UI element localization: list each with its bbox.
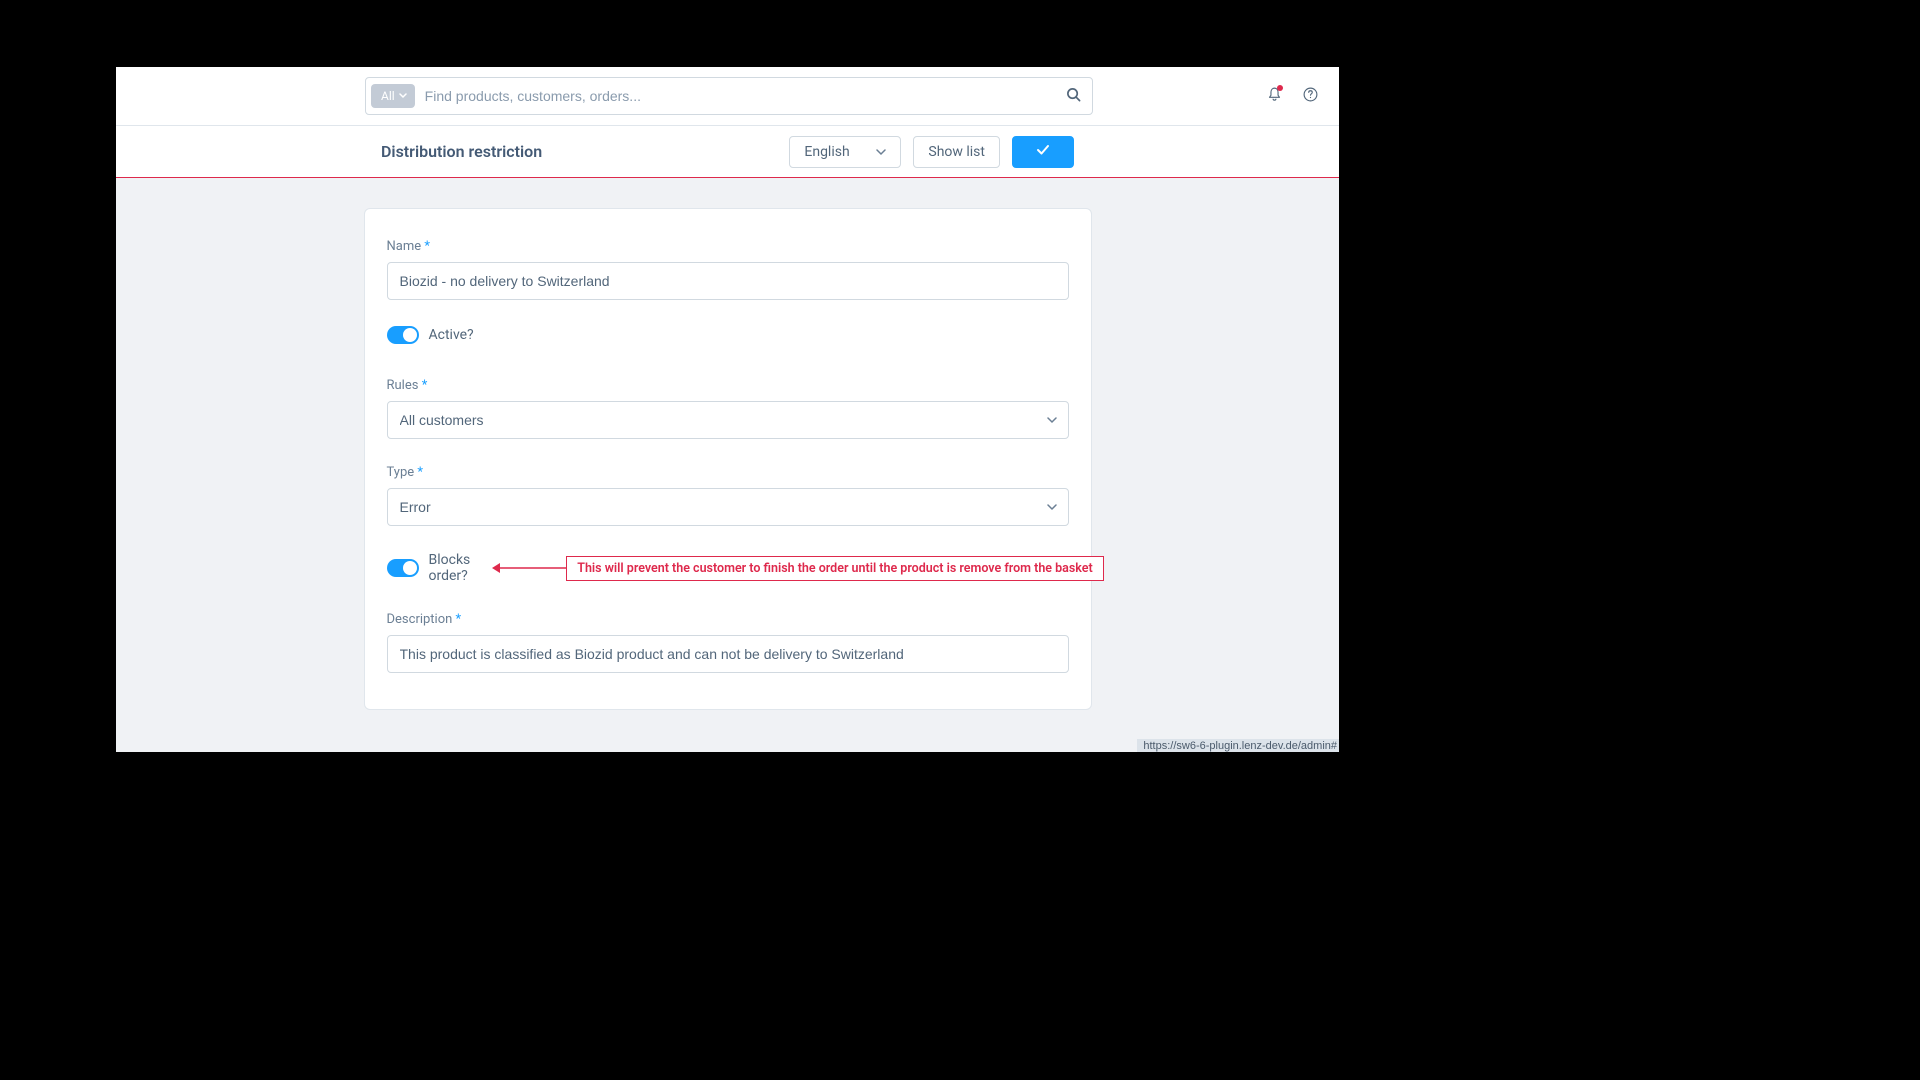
search-filter-label: All bbox=[381, 89, 395, 103]
main-content: Name * Active? Rules * bbox=[116, 178, 1339, 710]
field-rules: Rules * bbox=[387, 378, 1069, 439]
name-label: Name * bbox=[387, 239, 1069, 254]
required-asterisk: * bbox=[417, 465, 423, 480]
show-list-button[interactable]: Show list bbox=[913, 136, 1000, 168]
check-icon bbox=[1036, 144, 1050, 160]
field-blocks-order: Blocks order? This will prevent the cust… bbox=[387, 552, 1069, 584]
global-search: All bbox=[365, 77, 1093, 115]
rules-label-text: Rules bbox=[387, 378, 419, 393]
rules-select[interactable] bbox=[387, 401, 1069, 439]
field-active: Active? bbox=[387, 326, 1069, 344]
description-label-text: Description bbox=[387, 612, 453, 627]
active-label: Active? bbox=[429, 327, 474, 343]
notification-dot bbox=[1277, 85, 1283, 91]
description-input[interactable] bbox=[387, 635, 1069, 673]
save-button[interactable] bbox=[1012, 136, 1074, 168]
annotation-box: This will prevent the customer to finish… bbox=[566, 556, 1103, 581]
chevron-down-icon bbox=[399, 91, 407, 102]
blocks-order-toggle[interactable] bbox=[387, 559, 419, 577]
type-select[interactable] bbox=[387, 488, 1069, 526]
name-input[interactable] bbox=[387, 262, 1069, 300]
help-button[interactable] bbox=[1297, 83, 1323, 109]
form-card: Name * Active? Rules * bbox=[364, 208, 1092, 710]
field-name: Name * bbox=[387, 239, 1069, 300]
active-toggle[interactable] bbox=[387, 326, 419, 344]
language-current: English bbox=[804, 144, 849, 160]
type-label: Type * bbox=[387, 465, 1069, 480]
page-actions: English Show list bbox=[789, 136, 1323, 168]
search-input[interactable] bbox=[415, 88, 1059, 104]
help-icon bbox=[1302, 86, 1319, 107]
search-filter-dropdown[interactable]: All bbox=[371, 84, 415, 108]
field-description: Description * bbox=[387, 612, 1069, 673]
required-asterisk: * bbox=[456, 612, 462, 627]
blocks-order-label: Blocks order? bbox=[429, 552, 471, 584]
toggle-knob bbox=[403, 328, 417, 342]
required-asterisk: * bbox=[424, 239, 430, 254]
annotation: This will prevent the customer to finish… bbox=[488, 556, 1103, 581]
topbar-right bbox=[1261, 83, 1323, 109]
app-window: All bbox=[116, 67, 1339, 752]
toggle-knob bbox=[403, 561, 417, 575]
annotation-text: This will prevent the customer to finish… bbox=[577, 561, 1092, 576]
topbar: All bbox=[116, 67, 1339, 126]
arrow-left-icon bbox=[488, 560, 566, 576]
description-label: Description * bbox=[387, 612, 1069, 627]
language-select[interactable]: English bbox=[789, 136, 901, 168]
search-button[interactable] bbox=[1059, 82, 1087, 110]
show-list-label: Show list bbox=[928, 144, 985, 160]
page-title: Distribution restriction bbox=[381, 142, 542, 161]
type-label-text: Type bbox=[387, 465, 415, 480]
field-type: Type * bbox=[387, 465, 1069, 526]
name-label-text: Name bbox=[387, 239, 422, 254]
page-header: Distribution restriction English Show li… bbox=[116, 126, 1339, 178]
rules-label: Rules * bbox=[387, 378, 1069, 393]
chevron-down-icon bbox=[876, 147, 886, 157]
search-icon bbox=[1066, 87, 1081, 106]
notifications-button[interactable] bbox=[1261, 83, 1287, 109]
status-bar-url: https://sw6-6-plugin.lenz-dev.de/admin# bbox=[1137, 739, 1339, 752]
required-asterisk: * bbox=[422, 378, 428, 393]
